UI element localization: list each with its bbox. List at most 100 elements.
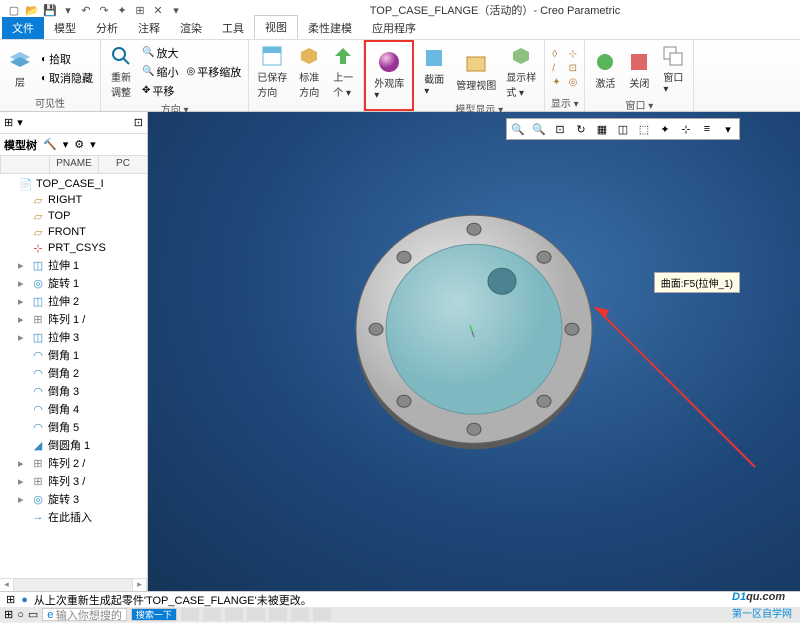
tree-node[interactable]: ▱RIGHT	[2, 192, 145, 208]
tree-node[interactable]: ▸⊞阵列 1 /	[2, 310, 145, 328]
windows-button[interactable]: 窗口 ▾	[657, 42, 689, 97]
search-button[interactable]: 搜索一下	[131, 608, 177, 621]
tree-node[interactable]: ▸⊞阵列 2 /	[2, 454, 145, 472]
redo-icon[interactable]: ↷	[96, 2, 112, 18]
file-menu[interactable]: 文件	[2, 17, 44, 39]
taskbar-app[interactable]	[181, 608, 199, 621]
zoomout-icon[interactable]: 🔍	[529, 120, 549, 138]
open-icon[interactable]: 📂	[24, 2, 40, 18]
datum-axis-toggle[interactable]: /	[549, 62, 563, 75]
windows-icon[interactable]: ⊞	[132, 2, 148, 18]
tab-apps[interactable]: 应用程序	[362, 17, 426, 39]
tree-node[interactable]: ▸◫拉伸 2	[2, 292, 145, 310]
search-input[interactable]: e 输入你想搜的	[42, 608, 127, 621]
graphics-canvas[interactable]: 🔍 🔍 ⊡ ↻ ▦ ◫ ⬚ ✦ ⊹ ≡ ▾	[148, 112, 800, 592]
taskbar-app[interactable]	[313, 608, 331, 621]
dropdown-icon[interactable]: ▾	[60, 2, 76, 18]
zoomin-button[interactable]: 🔍 放大	[139, 44, 181, 62]
wireframe-icon[interactable]: ◫	[613, 120, 633, 138]
section-button[interactable]: 截面 ▾	[418, 44, 450, 99]
pick-button[interactable]: ◐ 拾取	[38, 50, 96, 68]
filter-icon[interactable]: ▾	[17, 116, 23, 129]
tab-model[interactable]: 模型	[44, 17, 86, 39]
activate-button[interactable]: 激活	[589, 48, 621, 92]
tree-node[interactable]: ◠倒角 4	[2, 400, 145, 418]
taskbar-app[interactable]	[269, 608, 287, 621]
tree-node[interactable]: ▱FRONT	[2, 224, 145, 240]
more-icon[interactable]: ▾	[168, 2, 184, 18]
taskbar-app[interactable]	[291, 608, 309, 621]
saved-orient-button[interactable]: 已保存 方向	[253, 42, 291, 101]
tree-node[interactable]: →在此插入	[2, 508, 145, 526]
tree-node[interactable]: ◠倒角 5	[2, 418, 145, 436]
undo-icon[interactable]: ↶	[78, 2, 94, 18]
tree-scroll[interactable]: ◂▸	[0, 578, 147, 592]
tab-analysis[interactable]: 分析	[86, 17, 128, 39]
tree-node[interactable]: ▸◎旋转 3	[2, 490, 145, 508]
tree-node[interactable]: ▱TOP	[2, 208, 145, 224]
tree-icon[interactable]: ⊞	[4, 116, 13, 129]
settings-icon[interactable]: ⚙	[74, 138, 84, 151]
layers-button[interactable]: 层	[4, 47, 36, 91]
flange-model[interactable]	[344, 201, 604, 461]
refit-button[interactable]: 重新 调整	[105, 42, 137, 101]
axis-icon[interactable]: ✦	[655, 120, 675, 138]
tree-node[interactable]: 📄TOP_CASE_I	[2, 176, 145, 192]
view-toolbar: 🔍 🔍 ⊡ ↻ ▦ ◫ ⬚ ✦ ⊹ ≡ ▾	[506, 118, 740, 140]
hammer-icon[interactable]: 🔨	[43, 138, 57, 151]
start-icon[interactable]: ⊞	[4, 608, 13, 621]
surface-tooltip: 曲面:F5(拉伸_1)	[654, 272, 740, 293]
tab-tools[interactable]: 工具	[212, 17, 254, 39]
tab-annotate[interactable]: 注释	[128, 17, 170, 39]
regen-icon[interactable]: ✦	[114, 2, 130, 18]
expand-icon[interactable]: ⊡	[134, 116, 143, 129]
ribbon-group-modeldisplay: 截面 ▾ 管理视图 显示样 式 ▾ 模型显示 ▾	[414, 40, 545, 111]
more-icon[interactable]: ▾	[718, 120, 738, 138]
unhide-button[interactable]: ◐ 取消隐藏	[38, 69, 96, 87]
new-icon[interactable]: ▢	[6, 2, 22, 18]
zoomout-button[interactable]: 🔍 缩小	[139, 63, 181, 81]
cortana-icon[interactable]: ○	[17, 609, 24, 621]
datum-plane-toggle[interactable]: ◊	[549, 48, 563, 61]
tree-node[interactable]: ◠倒角 3	[2, 382, 145, 400]
save-icon[interactable]: 💾	[42, 2, 58, 18]
ribbon-group-refit: 重新 调整 🔍 放大 🔍 缩小 ✥ 平移 ◎ 平移缩放 方向 ▾	[101, 40, 249, 111]
ribbon-group-show: ◊ / ✦ ⊹ ⊡ ◎ 显示 ▾	[545, 40, 585, 111]
refit-icon[interactable]: ⊡	[550, 120, 570, 138]
spin-icon[interactable]: ↻	[571, 120, 591, 138]
annotation-toggle[interactable]: ⊡	[566, 62, 581, 75]
tree-node[interactable]: ◠倒角 2	[2, 364, 145, 382]
csys-icon[interactable]: ⊹	[676, 120, 696, 138]
tree-node[interactable]: ▸◫拉伸 3	[2, 328, 145, 346]
tree-node[interactable]: ◢倒圆角 1	[2, 436, 145, 454]
tab-view[interactable]: 视图	[254, 15, 298, 39]
manage-views-button[interactable]: 管理视图	[452, 50, 500, 94]
datum-icon[interactable]: ⬚	[634, 120, 654, 138]
tree-node[interactable]: ◠倒角 1	[2, 346, 145, 364]
annot-icon[interactable]: ≡	[697, 120, 717, 138]
taskbar-app[interactable]	[247, 608, 265, 621]
spin-toggle[interactable]: ◎	[566, 76, 581, 89]
shade-icon[interactable]: ▦	[592, 120, 612, 138]
appearance-library-button[interactable]: 外观库 ▾	[370, 48, 408, 103]
taskbar-app[interactable]	[203, 608, 221, 621]
taskview-icon[interactable]: ▭	[28, 608, 38, 621]
tab-flexible[interactable]: 柔性建模	[298, 17, 362, 39]
close-icon[interactable]: ✕	[150, 2, 166, 18]
taskbar-app[interactable]	[225, 608, 243, 621]
tree-node[interactable]: ▸⊞阵列 3 /	[2, 472, 145, 490]
prev-orient-button[interactable]: 上一 个 ▾	[327, 42, 359, 101]
display-style-button[interactable]: 显示样 式 ▾	[502, 42, 540, 101]
model-tree[interactable]: 📄TOP_CASE_I▱RIGHT▱TOP▱FRONT⊹PRT_CSYS▸◫拉伸…	[0, 174, 147, 578]
shrink-button[interactable]: ◎ 平移缩放	[184, 63, 245, 81]
csys-toggle[interactable]: ⊹	[566, 48, 581, 61]
datum-point-toggle[interactable]: ✦	[549, 76, 563, 89]
pan-button[interactable]: ✥ 平移	[139, 82, 181, 100]
zoomin-icon[interactable]: 🔍	[508, 120, 528, 138]
tree-node[interactable]: ▸◫拉伸 1	[2, 256, 145, 274]
close-window-button[interactable]: 关闭	[623, 48, 655, 92]
tree-node[interactable]: ⊹PRT_CSYS	[2, 240, 145, 256]
tree-node[interactable]: ▸◎旋转 1	[2, 274, 145, 292]
std-orient-button[interactable]: 标准 方向	[293, 42, 325, 101]
tab-render[interactable]: 渲染	[170, 17, 212, 39]
